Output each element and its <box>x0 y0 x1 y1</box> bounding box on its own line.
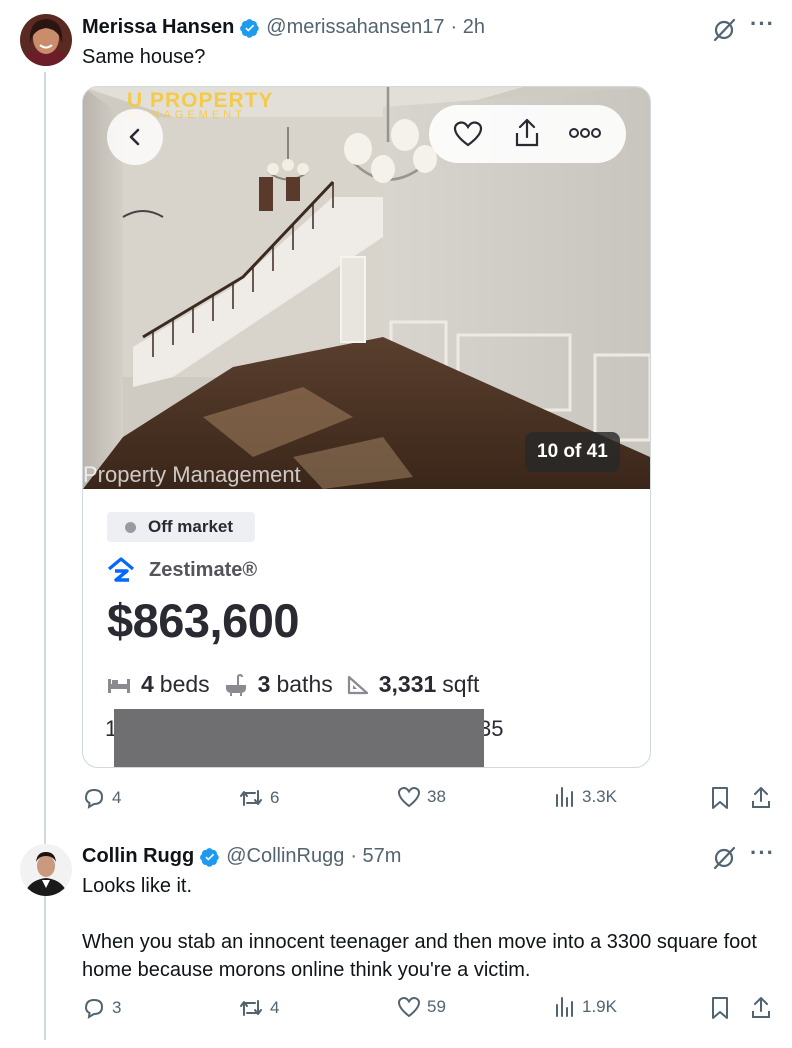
tweet-text: Same house? <box>82 46 206 68</box>
reply-button[interactable]: 4 <box>82 786 121 810</box>
like-icon <box>397 996 421 1018</box>
reply-count: 4 <box>112 788 122 807</box>
views-button[interactable]: 3.3K <box>554 786 617 808</box>
repost-button[interactable]: 6 <box>238 786 279 810</box>
upload-icon[interactable] <box>511 117 543 149</box>
like-count: 59 <box>427 997 446 1016</box>
tweet-text: Looks like it. When you stab an innocent… <box>82 875 757 981</box>
repost-count: 4 <box>270 998 280 1017</box>
price: $863,600 <box>107 594 300 647</box>
baths-value: 3 <box>257 671 271 697</box>
like-button[interactable]: 59 <box>397 996 446 1018</box>
repost-icon <box>240 1000 262 1016</box>
listing-card[interactable]: U PROPERTY MANAGEMENT Property Managemen… <box>82 86 651 768</box>
zestimate-label: Zestimate® <box>149 558 258 581</box>
sqft-label: sqft <box>442 671 480 697</box>
views-icon <box>556 997 573 1017</box>
back-chevron-icon <box>129 128 140 146</box>
grok-icon[interactable] <box>710 16 738 44</box>
reply-count: 3 <box>112 998 122 1017</box>
zillow-logo-icon <box>107 557 135 582</box>
verified-badge-icon[interactable] <box>200 847 220 867</box>
verified-badge-icon[interactable] <box>240 18 260 38</box>
share-icon[interactable] <box>750 996 772 1020</box>
repost-count: 6 <box>270 788 280 807</box>
bookmark-icon[interactable] <box>710 786 730 810</box>
heart-icon[interactable] <box>453 120 483 148</box>
bed-icon <box>108 678 130 693</box>
beds-value: 4 <box>141 671 154 697</box>
views-count: 3.3K <box>582 787 617 806</box>
more-icon[interactable]: ··· <box>750 13 775 35</box>
tweet-actions: 4 6 38 3.3K <box>82 786 772 812</box>
facts-row: 4 beds 3 baths 3,331 sqft <box>107 671 479 698</box>
repost-button[interactable]: 4 <box>238 996 279 1020</box>
listing-actions <box>429 105 626 163</box>
handle[interactable]: @merissahansen17 <box>266 16 444 39</box>
handle[interactable]: @CollinRugg <box>226 845 344 868</box>
bookmark-icon[interactable] <box>710 996 730 1020</box>
avatar[interactable] <box>20 14 72 66</box>
views-icon <box>556 787 573 807</box>
repost-icon <box>240 790 262 806</box>
reply-icon <box>84 998 104 1019</box>
watermark: Property Management <box>83 462 301 487</box>
timestamp[interactable]: · 2h <box>450 16 484 39</box>
more-icon[interactable]: ··· <box>750 842 775 864</box>
tweet-actions: 3 4 59 1.9K <box>82 996 772 1022</box>
reply-icon <box>84 788 104 809</box>
bath-icon <box>225 673 246 696</box>
status-label: Off market <box>148 517 234 536</box>
tweet-header: Merissa Hansen @merissahansen17 · 2h <box>82 16 485 39</box>
photo-counter: 10 of 41 <box>525 432 620 472</box>
status-dot <box>125 521 136 533</box>
status-badge: Off market <box>107 512 256 542</box>
tweet-header: Collin Rugg @CollinRugg · 57m <box>82 845 401 868</box>
baths-label: baths <box>276 671 333 697</box>
timestamp[interactable]: · 57m <box>350 845 401 868</box>
sqft-value: 3,331 <box>378 671 437 697</box>
zestimate-row: Zestimate® <box>107 557 257 583</box>
redaction-box <box>114 709 484 767</box>
more-icon[interactable] <box>569 127 601 139</box>
like-button[interactable]: 38 <box>397 786 446 808</box>
views-count: 1.9K <box>582 997 617 1016</box>
reply-button[interactable]: 3 <box>82 996 121 1020</box>
views-button[interactable]: 1.9K <box>554 996 617 1018</box>
display-name[interactable]: Merissa Hansen <box>82 16 234 39</box>
like-icon <box>397 786 421 808</box>
sqft-icon <box>347 675 368 694</box>
share-icon[interactable] <box>750 786 772 810</box>
avatar[interactable] <box>20 844 72 896</box>
back-button[interactable] <box>107 109 163 165</box>
grok-icon[interactable] <box>710 844 738 872</box>
display-name[interactable]: Collin Rugg <box>82 845 194 868</box>
beds-label: beds <box>159 671 210 697</box>
like-count: 38 <box>427 787 446 806</box>
